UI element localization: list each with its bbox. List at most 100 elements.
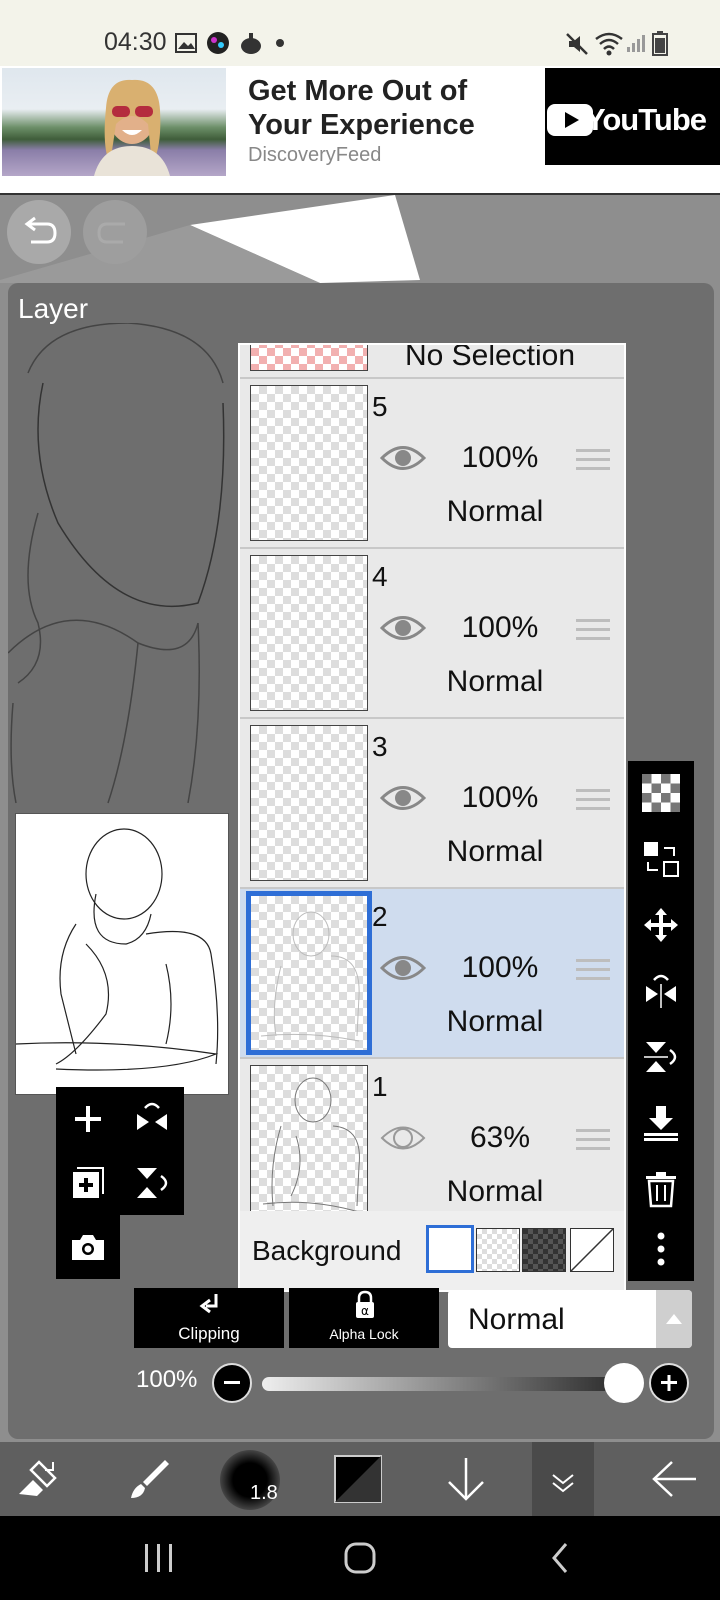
- layer-row[interactable]: 5 100% Normal: [240, 379, 624, 549]
- background-transparent-swatch[interactable]: [476, 1228, 520, 1272]
- eye-icon[interactable]: [380, 441, 426, 475]
- recent-apps-icon[interactable]: [142, 1542, 176, 1574]
- canvas-thumbnail[interactable]: [15, 813, 229, 1095]
- background-label: Background: [252, 1235, 402, 1266]
- layer-row[interactable]: 4 100% Normal: [240, 549, 624, 719]
- flip-layer-button[interactable]: [120, 1087, 184, 1151]
- ad-video[interactable]: YouTube: [545, 68, 720, 165]
- eye-icon[interactable]: [380, 781, 426, 815]
- gallery-icon: [175, 33, 197, 53]
- opacity-slider[interactable]: [262, 1377, 638, 1391]
- wifi-icon: [595, 32, 623, 56]
- layer-blend-mode: Normal: [446, 835, 544, 868]
- drag-handle-icon[interactable]: [576, 789, 610, 816]
- clipping-button[interactable]: Clipping: [134, 1288, 284, 1348]
- eye-icon[interactable]: [380, 951, 426, 985]
- redo-button[interactable]: [83, 200, 147, 264]
- layer-row[interactable]: 1 63% Normal: [240, 1059, 624, 1227]
- back-icon[interactable]: [548, 1542, 572, 1574]
- flip-vertical-button[interactable]: [628, 1027, 694, 1087]
- alpha-lock-button[interactable]: α Alpha Lock: [289, 1288, 439, 1348]
- opacity-slider-knob[interactable]: [604, 1363, 644, 1403]
- home-icon[interactable]: [342, 1540, 378, 1576]
- undo-button[interactable]: [7, 200, 71, 264]
- transparency-button[interactable]: [628, 763, 694, 823]
- eye-icon[interactable]: [380, 1121, 426, 1155]
- layer-opacity: 100%: [461, 951, 539, 984]
- layer-opacity: 100%: [461, 441, 539, 474]
- drag-handle-icon[interactable]: [576, 1129, 610, 1156]
- flip-horizontal-button[interactable]: [628, 961, 694, 1021]
- drag-handle-icon[interactable]: [576, 619, 610, 646]
- layer-number: 3: [372, 731, 388, 762]
- collapse-panel-button[interactable]: [532, 1442, 594, 1516]
- layer-opacity: 100%: [461, 781, 539, 814]
- trash-icon: [646, 1172, 676, 1208]
- layer-thumbnail[interactable]: [250, 555, 368, 711]
- no-selection-row[interactable]: No Selection: [240, 345, 624, 379]
- bottom-toolbar: 1.8: [0, 1442, 720, 1516]
- eye-icon[interactable]: [380, 611, 426, 645]
- blend-mode-arrow[interactable]: [656, 1290, 692, 1348]
- opacity-decrease-button[interactable]: [212, 1363, 252, 1403]
- layer-row[interactable]: 3 100% Normal: [240, 719, 624, 889]
- color-swatch-icon: [334, 1455, 382, 1503]
- delete-layer-button[interactable]: [628, 1159, 694, 1219]
- status-bar: 04:30: [0, 0, 720, 66]
- layer-number: 2: [372, 901, 388, 932]
- status-time: 04:30: [104, 28, 167, 56]
- layer-thumbnail[interactable]: [250, 385, 368, 541]
- layer-thumbnail[interactable]: [246, 891, 372, 1055]
- plus-icon: [661, 1375, 677, 1391]
- background-white-swatch[interactable]: [426, 1225, 474, 1273]
- back-arrow-button[interactable]: [636, 1442, 712, 1516]
- redo-icon: [97, 222, 125, 244]
- selection-thumbnail: [250, 345, 368, 371]
- battery-icon: [652, 31, 668, 56]
- tool-switch-button[interactable]: [0, 1442, 76, 1516]
- camera-button[interactable]: [56, 1215, 120, 1279]
- layer-thumbnail-sketch: [262, 1077, 360, 1213]
- merge-down-icon: [644, 1106, 678, 1141]
- brush-icon: [131, 1460, 169, 1498]
- flip-horizontal-icon: [137, 1102, 167, 1130]
- ad-title[interactable]: Get More Out of Your Experience With our…: [248, 74, 538, 142]
- layer-blend-mode: Normal: [446, 1005, 544, 1038]
- plus-icon: [75, 1106, 101, 1132]
- thumbnail-sketch: [15, 828, 219, 1071]
- ad-person-photo: [94, 79, 170, 176]
- duplicate-icon: [73, 1167, 104, 1198]
- opacity-label: 100%: [136, 1366, 198, 1393]
- flip-vertical-layer-button[interactable]: [120, 1151, 184, 1215]
- minus-icon: [224, 1381, 240, 1384]
- layer-number: 4: [372, 561, 388, 592]
- flip-vertical-icon: [644, 1042, 677, 1072]
- undo-icon: [24, 216, 57, 244]
- ad-image[interactable]: [2, 68, 226, 176]
- drag-handle-icon[interactable]: [576, 959, 610, 986]
- camera-icon: [72, 1235, 104, 1260]
- move-button[interactable]: [628, 895, 694, 955]
- layer-down-button[interactable]: [428, 1442, 504, 1516]
- duplicate-layer-button[interactable]: [56, 1151, 120, 1215]
- merge-down-button[interactable]: [628, 1093, 694, 1153]
- layer-row-selected[interactable]: 2 100% Normal: [240, 889, 624, 1059]
- brush-tool-button[interactable]: [112, 1442, 188, 1516]
- background-dark-swatch[interactable]: [522, 1228, 566, 1272]
- more-vertical-icon: [657, 1232, 665, 1266]
- ad-banner[interactable]: Get More Out of Your Experience With our…: [0, 66, 720, 195]
- blend-mode-value: Normal: [468, 1303, 565, 1336]
- add-layer-button[interactable]: [56, 1087, 120, 1151]
- drag-handle-icon[interactable]: [576, 449, 610, 476]
- layer-blend-mode: Normal: [446, 665, 544, 698]
- background-none-swatch[interactable]: [570, 1228, 614, 1272]
- layer-list[interactable]: No Selection 5 100% Normal 4 100% Normal…: [238, 343, 626, 1292]
- color-button[interactable]: [320, 1442, 396, 1516]
- blend-mode-select[interactable]: Normal: [448, 1290, 692, 1348]
- opacity-increase-button[interactable]: [649, 1363, 689, 1403]
- layer-thumbnail[interactable]: [250, 1065, 368, 1221]
- swap-layers-button[interactable]: [628, 829, 694, 889]
- alpha-lock-label: Alpha Lock: [329, 1326, 399, 1342]
- layer-thumbnail[interactable]: [250, 725, 368, 881]
- more-options-button[interactable]: [628, 1219, 694, 1279]
